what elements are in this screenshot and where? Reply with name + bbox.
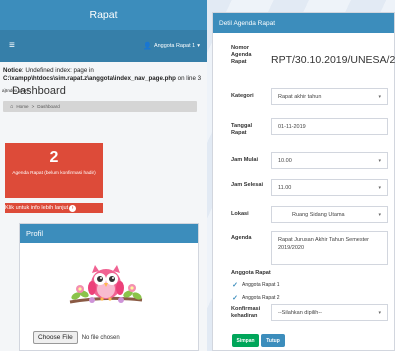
agenda-stat-box: 2 Agenda Rapat (belum konfirmasi hadir) <box>5 143 103 198</box>
breadcrumb-separator: > <box>31 104 35 109</box>
choose-file-button[interactable]: Choose File <box>33 331 78 344</box>
kategori-select[interactable]: Rapat akhir tahun ▾ <box>271 88 388 105</box>
notice-suffix: on line 3 <box>175 75 202 82</box>
lokasi-label: Lokasi <box>231 211 249 217</box>
agenda-label: Agenda <box>231 235 252 241</box>
file-upload: Choose File No file chosen <box>33 331 120 344</box>
close-button[interactable]: Tutup <box>261 334 285 347</box>
lokasi-select[interactable]: Ruang Sidang Utama ▾ <box>271 206 388 223</box>
agenda-textarea[interactable]: Rapat Jurusan Akhir Tahun Semester 2019/… <box>271 231 388 265</box>
notice-text: : Undefined index: page in <box>21 67 94 74</box>
nomor-label: Nomor Agenda Rapat <box>231 45 252 65</box>
profile-title: Profil <box>20 224 198 243</box>
chevron-down-icon: ▾ <box>197 43 200 49</box>
php-notice: Notice: Undefined index: page in C:\xamp… <box>0 62 207 83</box>
owl-avatar-icon <box>68 256 144 312</box>
check-icon: ✓ <box>232 295 238 302</box>
kategori-value: Rapat akhir tahun <box>278 93 322 100</box>
top-navbar: ≡ 👤 Anggota Rapat 1 ▾ <box>0 30 207 62</box>
lokasi-value: Ruang Sidang Utama <box>292 211 345 218</box>
anggota-item[interactable]: ✓ Anggota Rapat 2 <box>231 294 280 302</box>
breadcrumb-home[interactable]: Home <box>16 104 28 109</box>
anggota-item[interactable]: ✓ Anggota Rapat 1 <box>231 281 280 289</box>
chevron-down-icon: ▾ <box>378 93 381 100</box>
tanggal-label: Tanggal Rapat <box>231 123 253 136</box>
breadcrumb: ⌂ Home > Dashboard <box>3 101 197 112</box>
check-icon: ✓ <box>232 282 238 289</box>
jam-mulai-value: 10.00 <box>278 157 292 164</box>
agenda-count: 2 <box>49 149 59 166</box>
menu-toggle-icon[interactable]: ≡ <box>9 41 15 51</box>
user-name: Anggota Rapat 1 <box>153 43 196 49</box>
nomor-value: RPT/30.10.2019/UNESA/2 <box>271 54 395 66</box>
anggota-name: Anggota Rapat 2 <box>242 295 280 301</box>
konfirmasi-placeholder: --Silahkan dipilih-- <box>278 309 323 316</box>
konfirmasi-select[interactable]: --Silahkan dipilih-- ▾ <box>271 304 388 321</box>
jam-selesai-value: 11.00 <box>278 184 292 191</box>
chevron-down-icon: ▾ <box>378 184 381 191</box>
jam-mulai-label: Jam Mulai <box>231 157 259 163</box>
dashboard-pane: Rapat ≡ 👤 Anggota Rapat 1 ▾ Notice: Unde… <box>0 0 207 351</box>
dashboard-heading: a)Index.php? Dashboard <box>0 85 207 101</box>
agenda-detail-panel: Detil Agenda Rapat Nomor Agenda Rapat RP… <box>212 12 395 351</box>
more-info-link[interactable]: Klik untuk info lebih lanjut › <box>5 203 103 213</box>
jam-mulai-select[interactable]: 10.00 ▾ <box>271 152 388 169</box>
file-status: No file chosen <box>81 334 120 341</box>
anggota-label: Anggota Rapat <box>231 270 271 276</box>
chevron-down-icon: ▾ <box>378 309 381 316</box>
konfirmasi-label: Konfirmasi kehadiran <box>231 306 261 319</box>
arrow-circle-right-icon: › <box>69 204 77 212</box>
panel-title: Detil Agenda Rapat <box>213 13 394 33</box>
agenda-value: Rapat Jurusan Akhir Tahun Semester 2019/… <box>278 237 370 251</box>
breadcrumb-current: Dashboard <box>37 104 60 109</box>
notice-path: C:\xampp\htdocs\sim.rapat.z\anggota\inde… <box>3 75 176 82</box>
kategori-label: Kategori <box>231 93 254 99</box>
user-menu[interactable]: 👤 Anggota Rapat 1 ▾ <box>143 42 200 50</box>
anggota-name: Anggota Rapat 1 <box>242 282 280 288</box>
agenda-count-label: Agenda Rapat (belum konfirmasi hadir) <box>12 171 96 176</box>
jam-selesai-select[interactable]: 11.00 ▾ <box>271 179 388 196</box>
jam-selesai-label: Jam Selesai <box>231 182 264 188</box>
notice-label: Notice <box>3 67 22 74</box>
chevron-down-icon: ▾ <box>378 211 381 218</box>
user-icon: 👤 <box>143 43 152 50</box>
tanggal-input[interactable]: 01-11-2019 <box>271 118 388 135</box>
chevron-down-icon: ▾ <box>378 157 381 164</box>
profile-panel: Profil Choose File No file chosen <box>19 223 199 351</box>
save-button[interactable]: Simpan <box>232 334 259 347</box>
page-title: Dashboard <box>12 85 66 97</box>
more-info-text: Klik untuk info lebih lanjut <box>5 205 69 211</box>
tanggal-value: 01-11-2019 <box>278 123 306 130</box>
home-icon: ⌂ <box>10 103 14 110</box>
app-title: Rapat <box>0 0 207 30</box>
